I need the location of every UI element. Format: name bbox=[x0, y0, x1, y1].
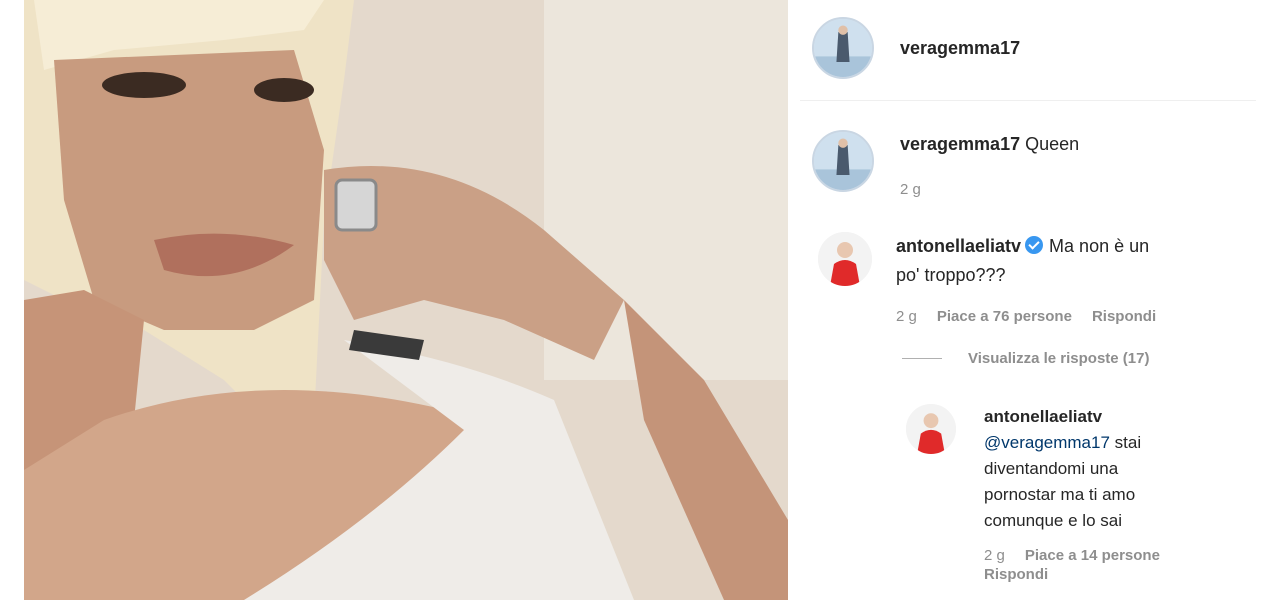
view-replies-label: Visualizza le risposte (17) bbox=[968, 350, 1150, 367]
reply-text-line4: comunque e lo sai bbox=[984, 511, 1122, 530]
caption-time[interactable]: 2 g bbox=[900, 175, 921, 204]
comment-time[interactable]: 2 g bbox=[896, 302, 917, 331]
reply-username[interactable]: antonellaeliatv bbox=[984, 407, 1102, 426]
commenter-avatar[interactable] bbox=[818, 232, 872, 286]
view-replies-button[interactable]: Visualizza le risposte (17) bbox=[902, 350, 1149, 367]
comment-text-line1: Ma non è un bbox=[1049, 236, 1150, 256]
reply-text-line3: pornostar ma ti amo bbox=[984, 485, 1136, 504]
replies-line bbox=[902, 358, 942, 359]
verified-badge-icon bbox=[1025, 236, 1044, 254]
comment-text-line2: po' troppo??? bbox=[896, 265, 1006, 285]
post-header: veragemma17 bbox=[812, 17, 1252, 79]
comment-likes[interactable]: Piace a 76 persone bbox=[937, 302, 1072, 331]
caption-text: Queen bbox=[1025, 134, 1080, 154]
reply-time[interactable]: 2 g bbox=[984, 546, 1005, 565]
caption-avatar[interactable] bbox=[812, 130, 874, 192]
commenter-username[interactable]: antonellaeliatv bbox=[896, 236, 1021, 256]
comments-panel: veragemma17 veragemma17 Queen 2 g antone… bbox=[800, 0, 1256, 600]
caption-username[interactable]: veragemma17 bbox=[900, 134, 1020, 154]
header-divider bbox=[800, 100, 1256, 101]
comment-reply-button[interactable]: Rispondi bbox=[1092, 302, 1156, 331]
reply-likes[interactable]: Piace a 14 persone bbox=[1025, 546, 1160, 565]
reply-text-line1: stai bbox=[1109, 433, 1142, 452]
caption: veragemma17 Queen 2 g bbox=[812, 130, 1252, 204]
reply-text-line2: diventandomi una bbox=[984, 459, 1119, 478]
author-avatar[interactable] bbox=[812, 17, 874, 79]
reply-reply-button[interactable]: Rispondi bbox=[984, 565, 1048, 584]
author-username[interactable]: veragemma17 bbox=[900, 38, 1020, 59]
reply-avatar[interactable] bbox=[906, 404, 956, 454]
comment-item: antonellaeliatv Ma non è un po' troppo???… bbox=[812, 232, 1252, 331]
post-photo bbox=[24, 0, 788, 600]
reply-mention[interactable]: @veragemma17 bbox=[984, 433, 1110, 452]
reply-item: antonellaeliatv @veragemma17 stai divent… bbox=[906, 404, 1246, 584]
